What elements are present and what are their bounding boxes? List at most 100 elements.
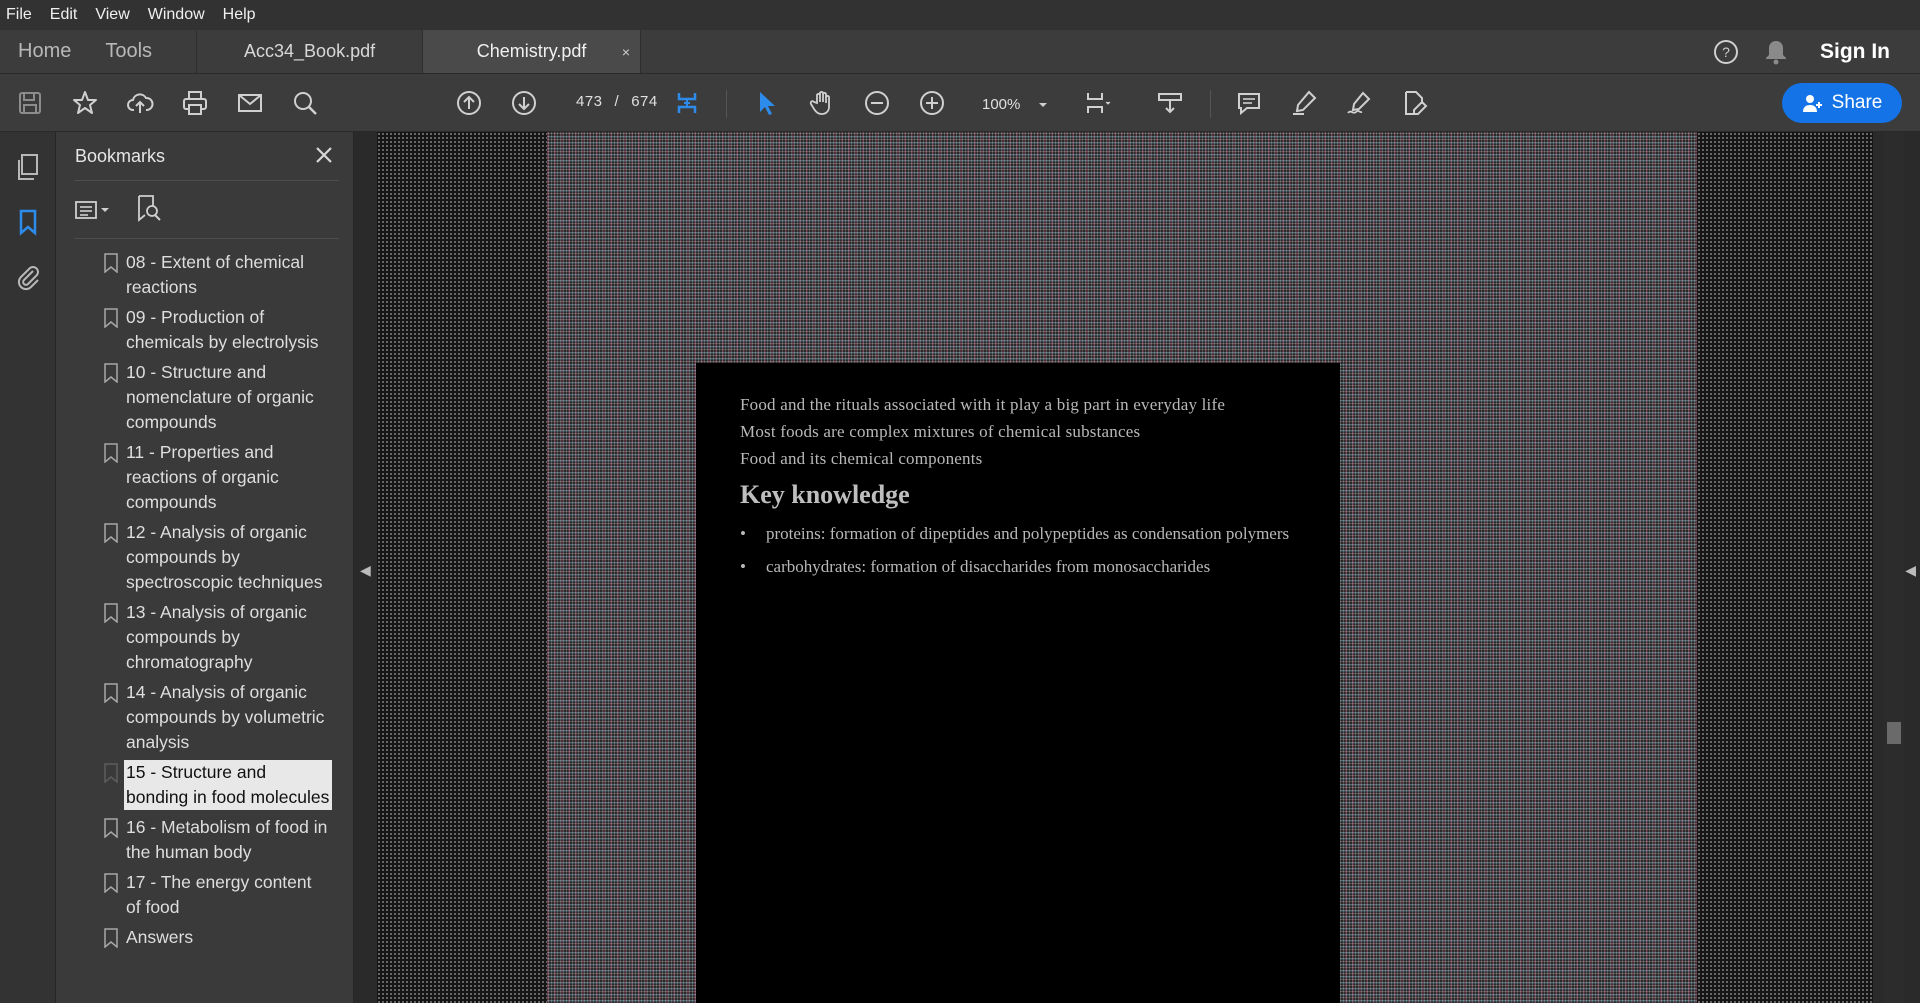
bell-icon[interactable] bbox=[1762, 38, 1790, 66]
menu-bar: File Edit View Window Help bbox=[0, 0, 1920, 30]
star-icon[interactable] bbox=[70, 88, 100, 118]
menu-file[interactable]: File bbox=[6, 6, 32, 24]
chevron-down-icon bbox=[1038, 96, 1048, 113]
document-scrollbar[interactable] bbox=[1884, 132, 1904, 1003]
nav-tools[interactable]: Tools bbox=[87, 30, 170, 73]
bookmark-item[interactable]: 13 - Analysis of organic compounds by ch… bbox=[80, 600, 328, 675]
previous-page-icon[interactable] bbox=[454, 88, 484, 118]
bookmark-label: 08 - Extent of chemical reactions bbox=[126, 252, 304, 297]
document-paragraph: Most foods are complex mixtures of chemi… bbox=[740, 422, 1141, 441]
toolbar-divider bbox=[1210, 90, 1211, 118]
bookmark-item[interactable]: 09 - Production of chemicals by electrol… bbox=[80, 305, 328, 355]
menu-view[interactable]: View bbox=[95, 6, 129, 24]
bookmark-icon bbox=[104, 523, 118, 543]
bookmark-panel-icon[interactable] bbox=[13, 207, 43, 237]
bookmarks-panel: Bookmarks 08 - Extent of chemical reacti… bbox=[56, 132, 401, 1003]
sign-icon[interactable] bbox=[1344, 88, 1374, 118]
bookmark-label: 12 - Analysis of organic compounds by sp… bbox=[126, 522, 323, 592]
sign-in-link[interactable]: Sign In bbox=[1820, 40, 1890, 64]
left-rail bbox=[0, 132, 56, 1003]
document-paragraph: Food and the rituals associated with it … bbox=[740, 395, 1226, 414]
bookmark-label: 14 - Analysis of organic compounds by vo… bbox=[126, 682, 325, 752]
select-cursor-icon[interactable] bbox=[752, 88, 782, 118]
pages-thumbnail-icon[interactable] bbox=[13, 152, 43, 182]
menu-edit[interactable]: Edit bbox=[50, 6, 78, 24]
document-paragraph: Food and its chemical components bbox=[740, 449, 983, 468]
collapse-left-panel-icon[interactable]: ◀ bbox=[360, 562, 371, 579]
bookmark-label: 16 - Metabolism of food in the human bod… bbox=[126, 817, 328, 862]
zoom-value: 100% bbox=[982, 95, 1021, 113]
bookmark-label: 13 - Analysis of organic compounds by ch… bbox=[126, 602, 307, 672]
main-toolbar: 473 / 674 100% Share bbox=[0, 74, 1920, 132]
page-display-icon[interactable] bbox=[1082, 88, 1112, 118]
bookmark-item[interactable]: 08 - Extent of chemical reactions bbox=[80, 250, 328, 300]
bookmark-item[interactable]: 10 - Structure and nomenclature of organ… bbox=[80, 360, 328, 435]
bookmark-item-selected[interactable]: 15 - Structure and bonding in food molec… bbox=[80, 760, 332, 810]
zoom-select[interactable]: 100% bbox=[966, 90, 1052, 118]
bookmark-search-icon[interactable] bbox=[136, 194, 162, 227]
tab-acc34-book[interactable]: Acc34_Book.pdf bbox=[196, 30, 423, 73]
help-icon[interactable]: ? bbox=[1712, 38, 1740, 66]
bookmark-icon bbox=[104, 603, 118, 623]
document-viewer[interactable]: Food and the rituals associated with it … bbox=[355, 132, 1920, 1003]
bookmark-item[interactable]: 14 - Analysis of organic compounds by vo… bbox=[80, 680, 328, 755]
fit-page-icon[interactable] bbox=[672, 88, 702, 118]
bookmark-icon bbox=[104, 443, 118, 463]
bookmark-label: 17 - The energy content of food bbox=[126, 872, 312, 917]
cloud-upload-icon[interactable] bbox=[125, 88, 155, 118]
mail-icon[interactable] bbox=[235, 88, 265, 118]
bookmark-item[interactable]: 11 - Properties and reactions of organic… bbox=[80, 440, 328, 515]
section-heading: Key knowledge bbox=[740, 480, 910, 509]
search-icon[interactable] bbox=[290, 88, 320, 118]
bookmark-item[interactable]: Answers bbox=[80, 925, 328, 950]
bookmark-label: 09 - Production of chemicals by electrol… bbox=[126, 307, 319, 352]
bookmark-item[interactable]: 17 - The energy content of food bbox=[80, 870, 328, 920]
bullet-item: proteins: formation of dipeptides and po… bbox=[740, 522, 1296, 545]
bookmark-label: 15 - Structure and bonding in food molec… bbox=[124, 760, 332, 810]
bookmark-icon bbox=[104, 253, 118, 273]
bookmark-list: 08 - Extent of chemical reactions 09 - P… bbox=[80, 250, 332, 955]
bookmark-icon bbox=[104, 683, 118, 703]
attachment-icon[interactable] bbox=[13, 262, 43, 292]
page-text-block: Food and the rituals associated with it … bbox=[696, 363, 1340, 1003]
comment-icon[interactable] bbox=[1234, 88, 1264, 118]
highlight-pen-icon[interactable] bbox=[1289, 88, 1319, 118]
panel-title: Bookmarks bbox=[75, 146, 166, 166]
share-button[interactable]: Share bbox=[1782, 83, 1902, 123]
next-page-icon[interactable] bbox=[509, 88, 539, 118]
bullet-item: carbohydrates: formation of disaccharide… bbox=[740, 555, 1296, 578]
bookmark-item[interactable]: 12 - Analysis of organic compounds by sp… bbox=[80, 520, 328, 595]
panel-divider bbox=[74, 180, 339, 181]
nav-home[interactable]: Home bbox=[0, 30, 87, 73]
scrollbar-thumb[interactable] bbox=[1887, 722, 1901, 744]
scroll-mode-icon[interactable] bbox=[1155, 88, 1185, 118]
bookmark-icon bbox=[104, 928, 118, 948]
tab-chemistry[interactable]: Chemistry.pdf × bbox=[422, 30, 641, 73]
bookmark-label: Answers bbox=[126, 927, 194, 947]
bookmark-icon bbox=[104, 818, 118, 838]
edit-pdf-icon[interactable] bbox=[1399, 88, 1429, 118]
total-pages: 674 bbox=[631, 93, 658, 110]
current-page-input[interactable]: 473 bbox=[576, 93, 603, 110]
bookmark-item[interactable]: 16 - Metabolism of food in the human bod… bbox=[80, 815, 328, 865]
hand-tool-icon[interactable] bbox=[807, 88, 837, 118]
page-indicator[interactable]: 473 / 674 bbox=[570, 93, 664, 110]
add-user-icon bbox=[1802, 95, 1822, 112]
bookmark-icon bbox=[104, 763, 118, 783]
save-icon[interactable] bbox=[15, 88, 45, 118]
zoom-out-icon[interactable] bbox=[862, 88, 892, 118]
menu-window[interactable]: Window bbox=[148, 6, 205, 24]
tab-label: Acc34_Book.pdf bbox=[244, 41, 376, 61]
close-icon[interactable] bbox=[313, 144, 335, 166]
bookmark-label: 11 - Properties and reactions of organic… bbox=[126, 442, 279, 512]
expand-right-panel-icon[interactable]: ◀ bbox=[1905, 562, 1916, 579]
bookmark-icon bbox=[104, 363, 118, 383]
toolbar-divider bbox=[726, 90, 727, 118]
bookmark-label: 10 - Structure and nomenclature of organ… bbox=[126, 362, 314, 432]
print-icon[interactable] bbox=[180, 88, 210, 118]
tab-close-icon[interactable]: × bbox=[622, 44, 630, 60]
zoom-in-icon[interactable] bbox=[917, 88, 947, 118]
bookmark-options-icon[interactable] bbox=[74, 199, 110, 221]
page-separator: / bbox=[614, 93, 620, 110]
menu-help[interactable]: Help bbox=[223, 6, 256, 24]
